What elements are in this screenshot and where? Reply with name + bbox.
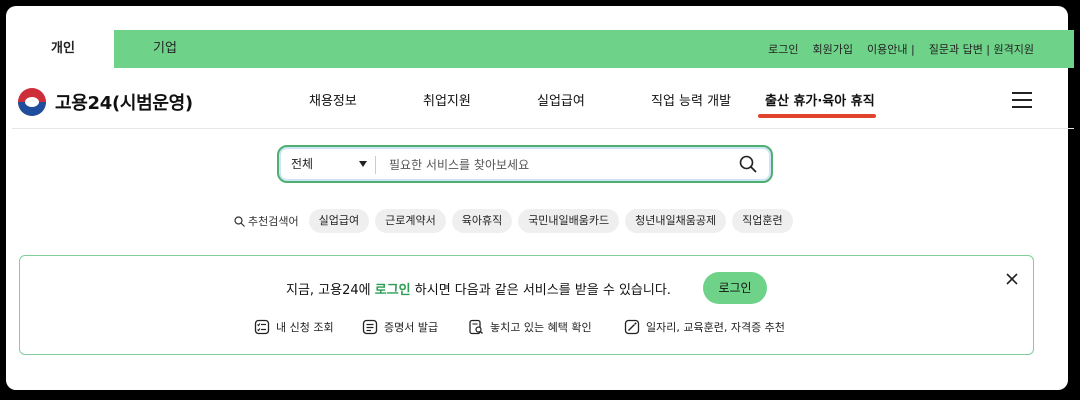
top-bar: 개인 기업 로그인 회원가입 이용안내 | 질문과 답변 | 원격지원 — [12, 30, 1074, 68]
login-prompt-box: 지금, 고용24에 로그인 하시면 다음과 같은 서비스를 받을 수 있습니다.… — [19, 255, 1034, 355]
close-icon[interactable] — [1005, 272, 1019, 286]
nav-item-vocational-training[interactable]: 직업 능력 개발 — [651, 90, 731, 109]
service-missed-benefits[interactable]: 놓치고 있는 혜택 확인 — [468, 319, 592, 335]
login-link[interactable]: 로그인 — [768, 41, 798, 57]
service-certificate[interactable]: 증명서 발급 — [362, 319, 438, 335]
service-recommendations[interactable]: 일자리, 교육훈련, 자격증 추천 — [624, 319, 785, 335]
service-label: 일자리, 교육훈련, 자격증 추천 — [646, 321, 785, 334]
magic-wand-icon — [624, 319, 640, 335]
chip-keyword[interactable]: 직업훈련 — [732, 209, 793, 233]
guide-link[interactable]: 이용안내 | — [867, 41, 915, 57]
nav-active-underline — [758, 114, 876, 118]
checklist-icon — [254, 319, 270, 335]
hamburger-menu-icon[interactable] — [1012, 92, 1032, 108]
chip-keyword[interactable]: 국민내일배움카드 — [518, 209, 620, 233]
certificate-icon — [362, 319, 378, 335]
search-category-select[interactable]: 전체 — [291, 147, 313, 181]
document-search-icon — [469, 319, 483, 335]
search-icon[interactable] — [739, 155, 757, 173]
login-prompt-text-pre: 지금, 고용24에 — [286, 283, 375, 298]
header-divider — [12, 128, 1074, 129]
chip-keyword[interactable]: 청년내일채움공제 — [625, 209, 727, 233]
nav-item-employment-support[interactable]: 취업지원 — [423, 90, 471, 109]
logo-text: 고용24(시범운영) — [55, 93, 193, 114]
service-my-applications[interactable]: 내 신청 조회 — [254, 319, 334, 335]
search-box: 전체 — [277, 145, 773, 183]
site-logo[interactable]: 고용24(시범운영) — [18, 88, 193, 116]
tab-personal[interactable]: 개인 — [12, 30, 114, 68]
nav-item-unemployment-benefit[interactable]: 실업급여 — [537, 90, 585, 109]
search-divider — [375, 156, 376, 174]
service-label: 증명서 발급 — [384, 321, 439, 334]
search-input[interactable] — [387, 153, 721, 177]
chip-keyword[interactable]: 육아휴직 — [451, 209, 513, 233]
signup-link[interactable]: 회원가입 — [813, 41, 853, 57]
search-icon — [234, 215, 245, 227]
login-prompt-text-post: 하시면 다음과 같은 서비스를 받을 수 있습니다. — [410, 283, 671, 298]
nav-item-jobs[interactable]: 채용정보 — [309, 90, 357, 109]
service-label: 내 신청 조회 — [276, 321, 334, 334]
utility-links: 로그인 회원가입 이용안내 | 질문과 답변 | 원격지원 — [768, 30, 1034, 68]
nav-item-parental-leave[interactable]: 출산 휴가·육아 휴직 — [765, 90, 875, 109]
login-button[interactable]: 로그인 — [703, 272, 767, 304]
tab-business[interactable]: 기업 — [114, 30, 216, 68]
recommended-label-text: 추천검색어 — [248, 215, 299, 228]
login-prompt-highlight: 로그인 — [374, 283, 411, 298]
service-label: 놓치고 있는 혜택 확인 — [490, 321, 592, 334]
login-prompt-message: 지금, 고용24에 로그인 하시면 다음과 같은 서비스를 받을 수 있습니다. — [286, 279, 671, 298]
dropdown-caret-icon[interactable] — [359, 161, 367, 167]
chip-keyword[interactable]: 근로계약서 — [375, 209, 446, 233]
chip-keyword[interactable]: 실업급여 — [308, 209, 370, 233]
qna-remote-link[interactable]: 질문과 답변 | 원격지원 — [929, 41, 1034, 57]
taegeuk-logo-icon — [18, 88, 46, 116]
recommended-label: 추천검색어 — [234, 213, 299, 229]
recommended-keywords: 추천검색어 실업급여 근로계약서 육아휴직 국민내일배움카드 청년내일채움공제 … — [234, 208, 793, 234]
